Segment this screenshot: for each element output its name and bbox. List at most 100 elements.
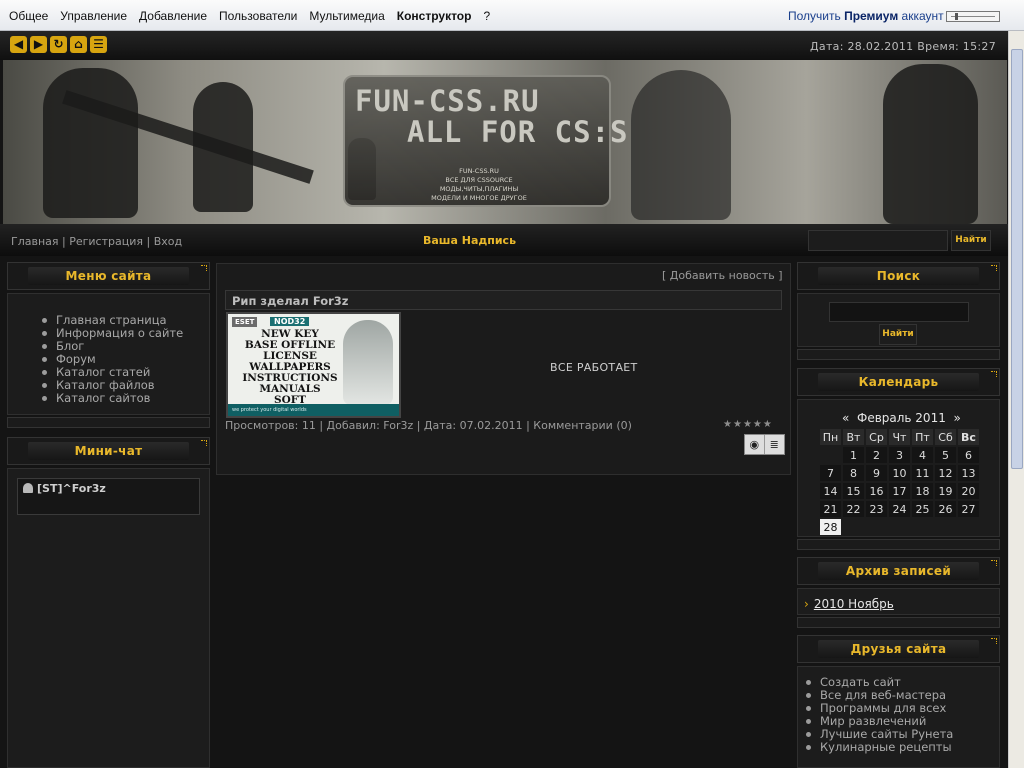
add-news-link[interactable]: [ Добавить новость ] — [662, 269, 783, 282]
arrow-left-icon[interactable]: ◀ — [10, 36, 27, 53]
calendar-day-today[interactable]: 28 — [820, 519, 841, 535]
post-meta: Просмотров: 11 | Добавил: For3z | Дата: … — [225, 419, 632, 432]
arrow-right-icon[interactable]: ▶ — [30, 36, 47, 53]
calendar-next-button[interactable]: » — [953, 411, 960, 425]
nav-link-home[interactable]: Главная — [11, 235, 59, 248]
friends-list: Создать сайт Все для веб-мастера Програм… — [806, 676, 953, 754]
vertical-scrollbar[interactable] — [1008, 31, 1024, 768]
calendar-day: 12 — [935, 465, 956, 481]
mini-chat-title: Мини-чат — [74, 444, 143, 458]
logo-line-2: ALL FOR CS:S — [407, 115, 629, 149]
calendar-day: 26 — [935, 501, 956, 517]
star-icon[interactable]: ★ — [763, 419, 772, 430]
calendar-day: 3 — [889, 447, 910, 463]
top-menu-add[interactable]: Добавление — [133, 9, 213, 23]
panel-opacity-slider[interactable] — [946, 11, 1000, 22]
calendar-day: 2 — [866, 447, 887, 463]
header-caption: Ваша Надпись — [423, 234, 517, 247]
top-menu-management[interactable]: Управление — [54, 9, 133, 23]
site-menu-list: Главная страница Информация о сайте Блог… — [42, 314, 183, 405]
calendar-day: 4 — [912, 447, 933, 463]
friends-title: Друзья сайта — [850, 642, 947, 656]
calendar-day: 20 — [958, 483, 979, 499]
post-rating[interactable]: ★ ★ ★ ★ ★ — [723, 419, 772, 430]
banner-tagline: FUN-CSS.RU ВСЕ ДЛЯ CSSOURCE МОДЫ,ЧИТЫ,ПЛ… — [422, 167, 536, 203]
star-icon[interactable]: ★ — [723, 419, 732, 430]
weekday: Вт — [843, 429, 864, 445]
site-menu-title: Меню сайта — [65, 269, 152, 283]
premium-link[interactable]: Получить Премиум аккаунт — [788, 9, 944, 23]
post-title[interactable]: Рип зделал For3z — [225, 290, 782, 310]
scrollbar-thumb[interactable] — [1011, 49, 1023, 469]
corner-decoration — [991, 560, 997, 566]
datetime: Дата: 28.02.2011 Время: 15:27 — [810, 40, 996, 53]
sidebar-search-button[interactable]: Найти — [879, 324, 917, 345]
calendar-day: 13 — [958, 465, 979, 481]
top-menu-constructor[interactable]: Конструктор — [391, 9, 478, 23]
rss-icon[interactable]: ☰ — [90, 36, 107, 53]
user-icon — [23, 483, 33, 493]
calendar-day: 25 — [912, 501, 933, 517]
top-search-input[interactable] — [808, 230, 948, 251]
calendar-prev-button[interactable]: « — [842, 411, 849, 425]
weekday: Вс — [958, 429, 979, 445]
calendar-day — [889, 519, 910, 535]
post-text: ВСЕ РАБОТАЕТ — [550, 361, 638, 374]
sidebar-search-input[interactable] — [829, 302, 969, 322]
weekday: Пн — [820, 429, 841, 445]
calendar-day — [866, 519, 887, 535]
star-icon[interactable]: ★ — [743, 419, 752, 430]
calendar-day: 5 — [935, 447, 956, 463]
site-nav-bar: Главная | Регистрация | Вход Ваша Надпис… — [0, 224, 1008, 256]
site-icon-bar: ◀ ▶ ↻ ⌂ ☰ Дата: 28.02.2011 Время: 15:27 — [0, 31, 1008, 60]
corner-decoration — [201, 440, 207, 446]
top-menu: Общее Управление Добавление Пользователи… — [3, 9, 496, 23]
calendar-day: 27 — [958, 501, 979, 517]
weekday: Ср — [866, 429, 887, 445]
ucoz-top-panel: Общее Управление Добавление Пользователи… — [0, 0, 1024, 31]
eset-logo: ESET — [232, 317, 258, 327]
top-menu-general[interactable]: Общее — [3, 9, 54, 23]
post-thumbnail[interactable]: ESET NOD32 NEW KEY BASE OFFLINE LICENSE … — [226, 312, 401, 418]
corner-decoration — [991, 265, 997, 271]
refresh-icon[interactable]: ↻ — [50, 36, 67, 53]
calendar-day — [935, 519, 956, 535]
calendar-day — [843, 519, 864, 535]
weekday: Пт — [912, 429, 933, 445]
top-menu-multimedia[interactable]: Мультимедиа — [303, 9, 390, 23]
star-icon[interactable]: ★ — [733, 419, 742, 430]
calendar-weekdays: Пн Вт Ср Чт Пт Сб Вс — [820, 429, 979, 445]
menu-item-sites[interactable]: Каталог сайтов — [42, 392, 183, 405]
chat-message-author[interactable]: [ST]^For3z — [23, 482, 106, 495]
top-menu-help[interactable]: ? — [477, 9, 496, 23]
soldier-figure-mid — [193, 82, 253, 212]
calendar-week: 7 8 9 10 11 12 13 — [820, 465, 979, 481]
archive-link-2010-november[interactable]: 2010 Ноябрь — [804, 597, 894, 611]
soldier-figure-right — [883, 64, 978, 224]
nav-link-login[interactable]: Вход — [154, 235, 182, 248]
calendar-day: 6 — [958, 447, 979, 463]
calendar-day: 22 — [843, 501, 864, 517]
top-menu-users[interactable]: Пользователи — [213, 9, 303, 23]
tagline-line: МОДЫ,ЧИТЫ,ПЛАГИНЫ — [439, 185, 519, 193]
calendar-day: 24 — [889, 501, 910, 517]
archive-header: Архив записей — [797, 557, 1000, 585]
calendar-day: 9 — [866, 465, 887, 481]
post-tools: ◉ ≣ — [744, 434, 785, 455]
top-search-button[interactable]: Найти — [951, 230, 991, 251]
calendar-week: 28 — [820, 519, 979, 535]
premium-suffix: аккаунт — [898, 9, 944, 23]
calendar-header: Календарь — [797, 368, 1000, 396]
mini-chat-header: Мини-чат — [7, 437, 210, 465]
friends-panel: Создать сайт Все для веб-мастера Програм… — [797, 666, 1000, 768]
nav-icons: ◀ ▶ ↻ ⌂ ☰ — [10, 36, 107, 53]
nav-link-register[interactable]: Регистрация — [69, 235, 143, 248]
star-icon[interactable]: ★ — [753, 419, 762, 430]
calendar-day: 18 — [912, 483, 933, 499]
home-icon[interactable]: ⌂ — [70, 36, 87, 53]
calendar-day — [820, 447, 841, 463]
calendar-day: 8 — [843, 465, 864, 481]
print-icon[interactable]: ≣ — [765, 435, 784, 454]
friend-link[interactable]: Кулинарные рецепты — [806, 741, 953, 754]
view-icon[interactable]: ◉ — [745, 435, 765, 454]
